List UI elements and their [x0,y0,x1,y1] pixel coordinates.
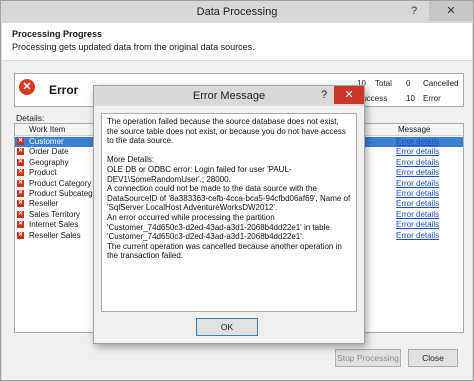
dialog-body: The operation failed because the source … [94,106,364,343]
work-item-name: Internet Sales [29,220,79,230]
status-label: Error [49,83,79,97]
error-message-box[interactable]: The operation failed because the source … [101,113,357,312]
error-icon: ✕ [17,221,24,229]
error-details-link[interactable]: Error details [396,231,439,241]
error-count: 10 [406,94,415,103]
error-details-link[interactable]: Error details [396,137,439,147]
ok-button[interactable]: OK [196,318,258,336]
work-item-name: Geography [29,157,69,167]
work-item-name: Order Date [29,147,69,157]
cancelled-count: 0 [406,79,411,88]
close-window-button[interactable]: ✕ [429,1,473,21]
details-label: Details: [16,113,45,123]
error-message-text: The operation failed because the source … [107,117,351,261]
error-icon: ✕ [17,231,24,239]
cancelled-label: Cancelled [423,79,459,88]
error-icon: ✕ [17,169,24,177]
stop-processing-button[interactable]: Stop Processing [335,349,401,367]
error-details-link[interactable]: Error details [396,189,439,199]
dialog-help-button[interactable]: ? [316,86,332,104]
header-panel: Processing Progress Processing gets upda… [2,23,472,61]
close-button[interactable]: Close [408,349,458,367]
work-item-name: Reseller [29,199,59,209]
work-item-name: Customer [29,137,64,146]
total-label: Total [375,79,392,88]
work-item-name: Sales Territory [29,209,80,219]
error-details-link[interactable]: Error details [396,158,439,168]
work-item-name: Product [29,168,57,178]
error-details-link[interactable]: Error details [396,179,439,189]
error-icon: ✕ [17,200,24,208]
page-title: Processing Progress [12,29,103,39]
error-details-link[interactable]: Error details [396,210,439,220]
error-icon: ✕ [19,79,35,95]
work-item-name: Product Category [29,178,92,188]
title-bar: Data Processing ? ✕ [1,1,473,23]
error-message-dialog: Error Message ? ✕ The operation failed b… [93,85,365,344]
error-icon: ✕ [17,210,24,218]
error-details-link[interactable]: Error details [396,220,439,230]
page-subtitle: Processing gets updated data from the or… [12,42,255,52]
error-label: Error [423,94,441,103]
column-header-work-item[interactable]: Work Item [29,125,65,134]
error-icon: ✕ [17,190,24,197]
dialog-title-bar: Error Message ? ✕ [94,86,364,106]
error-details-link[interactable]: Error details [396,147,439,157]
error-icon: ✕ [17,138,24,145]
error-details-link[interactable]: Error details [396,168,439,178]
error-icon: ✕ [17,158,24,166]
work-item-name: Reseller Sales [29,230,81,240]
error-icon: ✕ [17,179,24,187]
column-header-message[interactable]: Message [398,125,430,134]
help-button[interactable]: ? [401,1,427,21]
error-icon: ✕ [17,148,24,156]
error-details-link[interactable]: Error details [396,199,439,209]
dialog-close-button[interactable]: ✕ [334,86,364,104]
